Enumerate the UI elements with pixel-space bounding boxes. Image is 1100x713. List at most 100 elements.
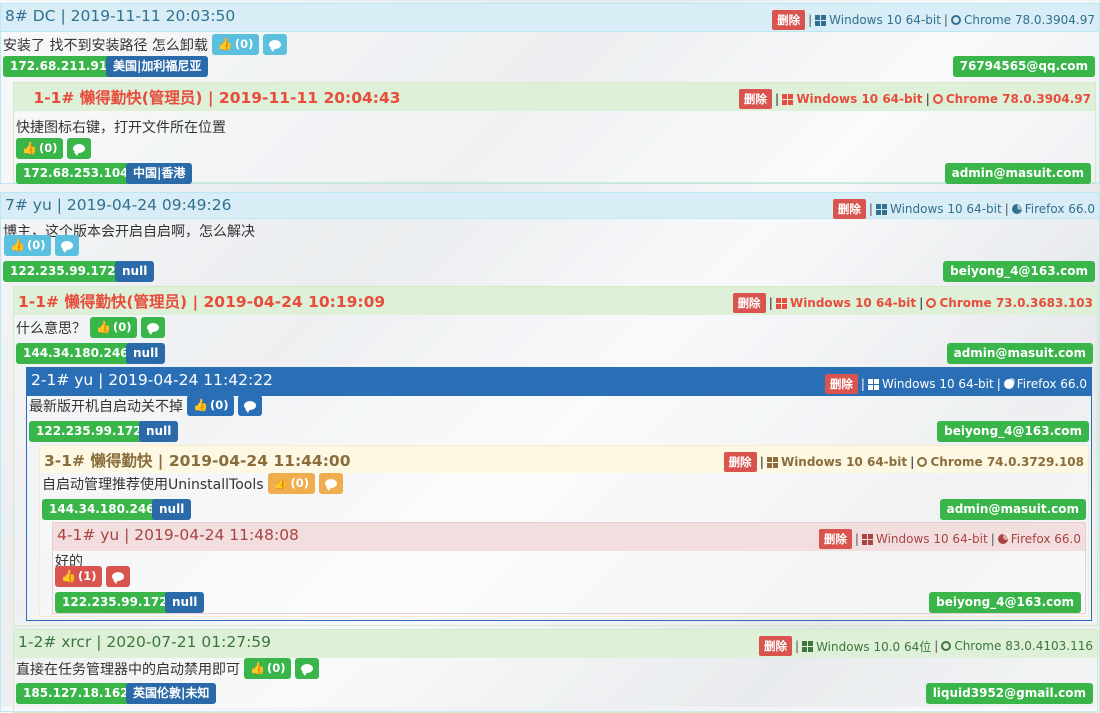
reply-title: 2-1# yu | 2019-04-24 11:42:22 <box>31 371 273 389</box>
reply-button[interactable] <box>238 395 263 416</box>
browser-label: Firefox 66.0 <box>1024 202 1095 216</box>
reply-title: 1 1-1# 懒得勤快(管理员) | 2019-11-11 20:04:43 <box>18 86 401 108</box>
email-tag[interactable]: beiyong_4@163.com <box>929 592 1081 613</box>
thumbs-up-icon: 👍 <box>273 476 289 490</box>
windows-icon <box>782 93 794 105</box>
reply-actions: 👍 (1) <box>55 566 131 587</box>
delete-button[interactable]: 删除 <box>732 293 766 313</box>
reply-meta: 删除 | Windows 10 64-bit | Firefox 66.0 <box>824 374 1087 394</box>
delete-button[interactable]: 删除 <box>772 10 806 30</box>
email-tag[interactable]: 76794565@qq.com <box>952 56 1095 77</box>
reply-2-1: 2-1# yu | 2019-04-24 11:42:22 删除 | Windo… <box>26 367 1092 621</box>
thumbs-up-icon: 👍 <box>61 569 76 583</box>
os-label: Windows 10 64-bit <box>780 455 908 469</box>
thumbs-up-icon: 👍 <box>250 661 265 675</box>
windows-icon <box>815 14 827 26</box>
reply-title-text: 1-1# 懒得勤快(管理员) | 2019-11-11 20:04:43 <box>33 89 401 107</box>
reply-header: 3-1# 懒得勤快 | 2019-04-24 11:44:00 删除 | Win… <box>40 446 1088 473</box>
chrome-icon <box>932 94 943 104</box>
reply-footer: 185.127.18.162 英国伦敦|未知 liquid3952@gmail.… <box>14 683 1097 705</box>
reply-footer: 144.34.180.246 null admin@masuit.com <box>14 343 1097 365</box>
email-tag[interactable]: liquid3952@gmail.com <box>925 683 1093 704</box>
reply-title: 3-1# 懒得勤快 | 2019-04-24 11:44:00 <box>44 452 351 470</box>
reply-button[interactable] <box>295 658 320 679</box>
reply-meta: 删除 | Windows 10.0 64位 | Chrome 83.0.4103… <box>759 636 1093 656</box>
email-tag[interactable]: beiyong_4@163.com <box>937 421 1089 442</box>
comment-icon <box>73 144 86 156</box>
reply-meta: 删除 | Windows 10 64-bit | Firefox 66.0 <box>818 529 1081 549</box>
like-count: (1) <box>77 569 97 583</box>
location-tag: null <box>152 499 192 520</box>
reply-button[interactable] <box>106 566 131 587</box>
like-count: (0) <box>38 141 58 155</box>
ip-tag: 122.235.99.172 <box>3 261 123 282</box>
like-button[interactable]: 👍 (0) <box>211 34 260 55</box>
comment-icon <box>324 479 337 491</box>
like-button[interactable]: 👍 (0) <box>244 658 292 679</box>
reply-content-row: 快捷图标右键，打开文件所在位置 <box>16 117 226 137</box>
reply-button[interactable] <box>55 235 80 256</box>
location-tag: 美国|加利福尼亚 <box>106 56 209 77</box>
os-label: Windows 10 64-bit <box>796 92 923 106</box>
like-button[interactable]: 👍 (0) <box>90 317 138 338</box>
like-count: (0) <box>290 476 309 490</box>
delete-button[interactable]: 删除 <box>832 199 866 219</box>
delete-button[interactable]: 删除 <box>759 636 793 656</box>
thumbs-up-icon: 👍 <box>96 320 111 334</box>
like-count: (0) <box>26 238 46 252</box>
os-label: Windows 10 64-bit <box>829 13 941 27</box>
like-button[interactable]: 👍 (1) <box>55 566 103 587</box>
os-label: Windows 10 64-bit <box>875 532 988 546</box>
ip-tag: 144.34.180.246 <box>42 499 162 520</box>
comment-7: 7# yu | 2019-04-24 09:49:26 删除 | Windows… <box>0 192 1100 713</box>
like-button[interactable]: 👍 (0) <box>187 395 235 416</box>
reply-1-1: 1 1-1# 懒得勤快(管理员) | 2019-11-11 20:04:43 删… <box>13 82 1096 184</box>
browser-label: Chrome 73.0.3683.103 <box>939 296 1093 310</box>
email-tag[interactable]: beiyong_4@163.com <box>943 261 1095 282</box>
like-button[interactable]: 👍 (0) <box>4 235 52 256</box>
reply-content: 最新版开机自启动关不掉 <box>29 398 183 415</box>
delete-button[interactable]: 删除 <box>818 529 852 549</box>
location-tag: 中国|香港 <box>126 163 193 184</box>
comment-content-row: 安装了 找不到安装路径 怎么卸载 👍 (0) <box>3 34 288 55</box>
reply-3-1: 3-1# 懒得勤快 | 2019-04-24 11:44:00 删除 | Win… <box>39 445 1089 617</box>
browser-label: Chrome 78.0.3904.97 <box>963 13 1095 27</box>
like-count: (0) <box>266 661 286 675</box>
reply-content-row: 什么意思？ 👍 (0) <box>16 317 166 338</box>
like-button[interactable]: 👍 (0) <box>267 473 315 494</box>
reply-4-1: 4-1# yu | 2019-04-24 11:48:08 删除 | Windo… <box>52 522 1086 614</box>
email-tag[interactable]: admin@masuit.com <box>944 163 1091 184</box>
windows-icon <box>775 297 787 309</box>
chrome-icon <box>917 457 928 467</box>
comment-icon <box>244 401 257 413</box>
thumbs-up-icon: 👍 <box>10 238 25 252</box>
comment-icon <box>112 572 125 584</box>
delete-button[interactable]: 删除 <box>723 452 757 472</box>
os-label: Windows 10 64-bit <box>889 202 1002 216</box>
like-button[interactable]: 👍 (0) <box>16 138 64 159</box>
reply-button[interactable] <box>141 317 166 338</box>
windows-icon <box>875 203 887 215</box>
delete-button[interactable]: 删除 <box>824 374 858 394</box>
reply-button[interactable] <box>263 34 288 55</box>
comment-content: 安装了 找不到安装路径 怎么卸载 <box>3 37 208 54</box>
comment-footer: 172.68.211.91 美国|加利福尼亚 76794565@qq.com <box>1 56 1099 78</box>
ip-tag: 185.127.18.162 <box>16 683 136 704</box>
comment-8: 8# DC | 2019-11-11 20:03:50 删除 | Windows… <box>0 3 1100 184</box>
comment-icon <box>301 664 314 676</box>
reply-content-row: 自启动管理推荐使用UninstallTools 👍 (0) <box>42 473 343 494</box>
reply-button[interactable] <box>67 138 92 159</box>
browser-label: Chrome 83.0.4103.116 <box>954 639 1093 653</box>
delete-button[interactable]: 删除 <box>738 89 772 109</box>
comment-footer: 122.235.99.172 null beiyong_4@163.com <box>1 261 1099 283</box>
reply-meta: 删除 | Windows 10 64-bit | Chrome 74.0.372… <box>723 452 1084 472</box>
firefox-icon <box>997 533 1009 544</box>
reply-header: 1-2# xrcr | 2020-07-21 01:27:59 删除 | Win… <box>14 630 1097 658</box>
comment-icon <box>269 40 282 52</box>
comment-header: 7# yu | 2019-04-24 09:49:26 删除 | Windows… <box>1 193 1099 219</box>
email-tag[interactable]: admin@masuit.com <box>946 343 1093 364</box>
email-tag[interactable]: admin@masuit.com <box>939 499 1086 520</box>
firefox-icon <box>1011 203 1023 214</box>
reply-button[interactable] <box>318 473 343 494</box>
comment-icon <box>61 241 74 253</box>
